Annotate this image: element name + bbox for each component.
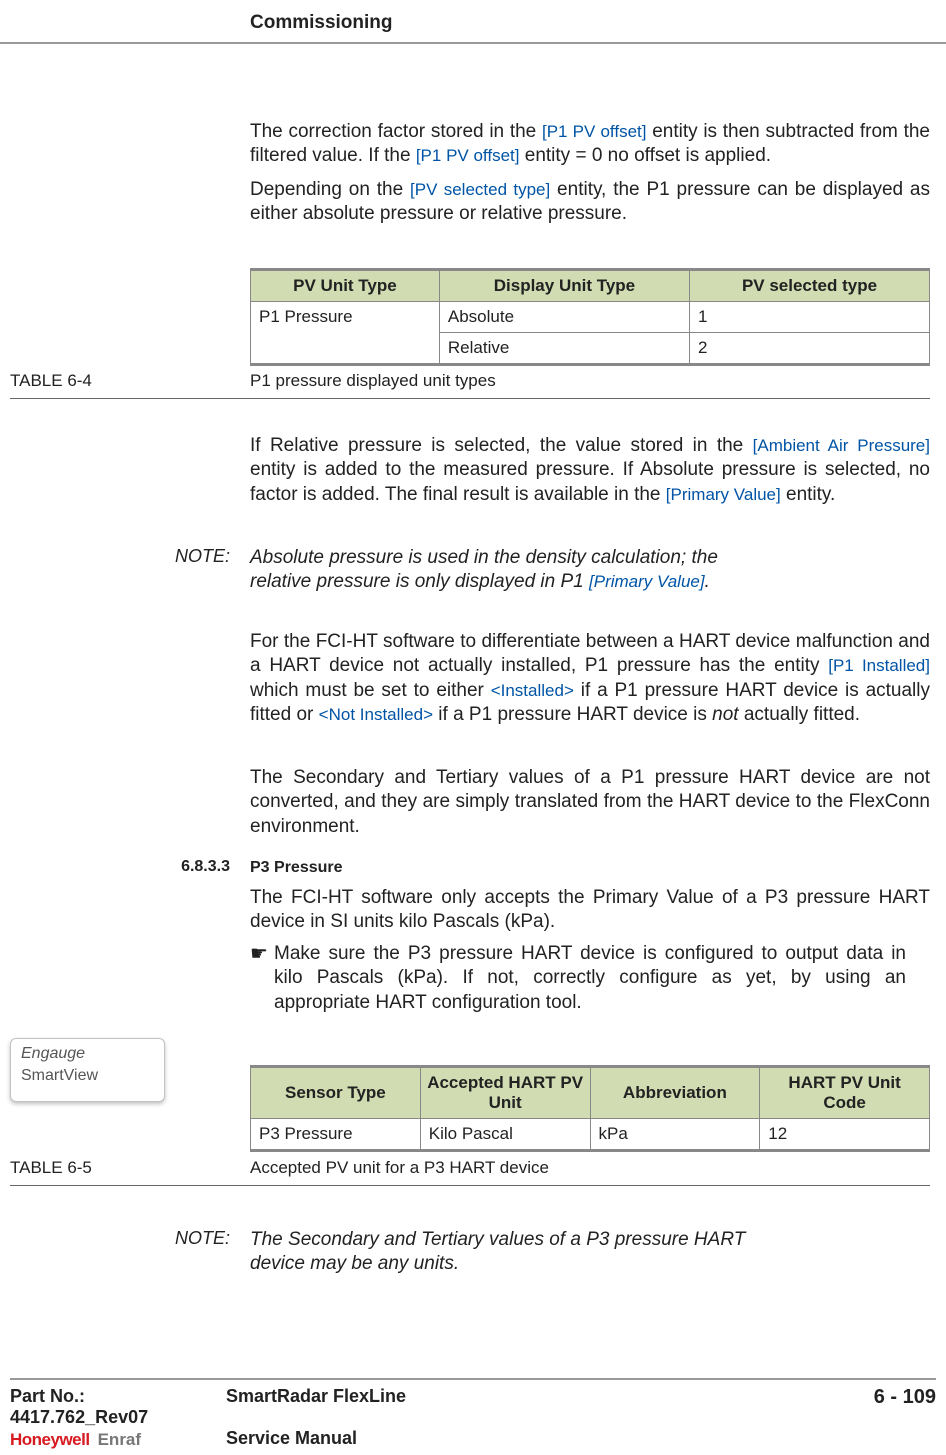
page: Commissioning The correction factor stor… (0, 0, 946, 1455)
table-cell: kPa (590, 1119, 760, 1150)
col-header: Display Unit Type (439, 271, 689, 302)
body-text: if a P1 pressure HART device is (433, 704, 712, 725)
note-text: Absolute pressure is used in the density… (250, 546, 770, 595)
table: PV Unit Type Display Unit Type PV select… (250, 270, 930, 364)
col-header: PV selected type (690, 271, 930, 302)
entity-ref: [PV selected type] (410, 180, 550, 199)
table-cell: Relative (439, 333, 689, 364)
paragraph: For the FCI-HT software to differentiate… (250, 630, 930, 727)
page-footer: Part No.: 4417.762_Rev07 SmartRadar Flex… (10, 1378, 936, 1450)
engauge-smartview-badge: Engauge SmartView (10, 1038, 165, 1102)
running-header: Commissioning (250, 12, 393, 34)
footer-doc-title: SmartRadar FlexLine (226, 1386, 816, 1428)
footer-doc-subtitle: Service Manual (226, 1428, 816, 1450)
note-text: The Secondary and Tertiary values of a P… (250, 1228, 770, 1277)
body-text: actually fitted. (739, 704, 860, 725)
table: Sensor Type Accepted HART PV Unit Abbrev… (250, 1067, 930, 1150)
table-caption: Accepted PV unit for a P3 HART device (250, 1158, 549, 1178)
instruction-paragraph: ☛ Make sure the P3 pressure HART device … (250, 942, 906, 1015)
table-6-4: PV Unit Type Display Unit Type PV select… (250, 268, 930, 366)
entity-ref: [P1 PV offset] (416, 146, 520, 165)
footer-page-number: 6 - 109 (816, 1386, 936, 1428)
body-text: If Relative pressure is selected, the va… (250, 435, 753, 456)
table-row: P3 Pressure Kilo Pascal kPa 12 (251, 1119, 930, 1150)
table-cell: 1 (690, 302, 930, 333)
table-cell: P3 Pressure (251, 1119, 421, 1150)
honeywell-logo: Honeywell (10, 1430, 90, 1450)
table-caption: P1 pressure displayed unit types (250, 371, 496, 391)
section-number: 6.8.3.3 (0, 858, 230, 876)
body-text: . (705, 571, 710, 592)
header-rule (0, 42, 946, 44)
footer-logo: Honeywell Enraf (10, 1430, 226, 1450)
body-text: The correction factor stored in the (250, 121, 542, 142)
col-header: Abbreviation (590, 1068, 760, 1119)
body-text: not (712, 704, 738, 725)
table-header-row: PV Unit Type Display Unit Type PV select… (251, 271, 930, 302)
col-header: Accepted HART PV Unit (420, 1068, 590, 1119)
table-cell: P1 Pressure (251, 302, 440, 364)
table-cell: 2 (690, 333, 930, 364)
caption-rule (10, 398, 930, 399)
caption-rule (10, 1185, 930, 1186)
paragraph: If Relative pressure is selected, the va… (250, 434, 930, 507)
enraf-logo: Enraf (98, 1430, 141, 1450)
table-cell: Kilo Pascal (420, 1119, 590, 1150)
col-header: Sensor Type (251, 1068, 421, 1119)
hand-icon: ☛ (250, 942, 268, 968)
entity-ref: [P1 PV offset] (542, 122, 647, 141)
col-header: PV Unit Type (251, 271, 440, 302)
section-title: P3 Pressure (250, 858, 930, 878)
table-row: P1 Pressure Absolute 1 (251, 302, 930, 333)
note-label: NOTE: (0, 1228, 230, 1249)
body-text: entity = 0 no offset is applied. (519, 145, 771, 166)
footer-part-no: Part No.: 4417.762_Rev07 (10, 1386, 226, 1428)
table-cell: Absolute (439, 302, 689, 333)
body-text: Make sure the P3 pressure HART device is… (274, 943, 906, 1013)
col-header: HART PV Unit Code (760, 1068, 930, 1119)
entity-ref: [Primary Value] (666, 485, 781, 504)
body-text: entity. (781, 484, 836, 505)
badge-line2: SmartView (21, 1067, 154, 1085)
table-cell: 12 (760, 1119, 930, 1150)
badge-line1: Engauge (21, 1045, 154, 1063)
paragraph: Depending on the [PV selected type] enti… (250, 178, 930, 227)
note-label: NOTE: (0, 546, 230, 567)
body-text: Depending on the (250, 179, 410, 200)
paragraph: The correction factor stored in the [P1 … (250, 120, 930, 169)
entity-ref: <Not Installed> (319, 705, 433, 724)
table-label: TABLE 6-5 (10, 1158, 240, 1178)
table-header-row: Sensor Type Accepted HART PV Unit Abbrev… (251, 1068, 930, 1119)
table-label: TABLE 6-4 (10, 371, 240, 391)
entity-ref: [P1 Installed] (828, 656, 930, 675)
footer-rule (10, 1378, 936, 1380)
table-6-5: Sensor Type Accepted HART PV Unit Abbrev… (250, 1065, 930, 1152)
paragraph: The FCI-HT software only accepts the Pri… (250, 886, 930, 935)
body-text: which must be set to either (250, 680, 491, 701)
entity-ref: [Primary Value] (589, 572, 705, 591)
entity-ref: [Ambient Air Pressure] (753, 436, 930, 455)
entity-ref: <Installed> (491, 681, 574, 700)
paragraph: The Secondary and Tertiary values of a P… (250, 766, 930, 839)
